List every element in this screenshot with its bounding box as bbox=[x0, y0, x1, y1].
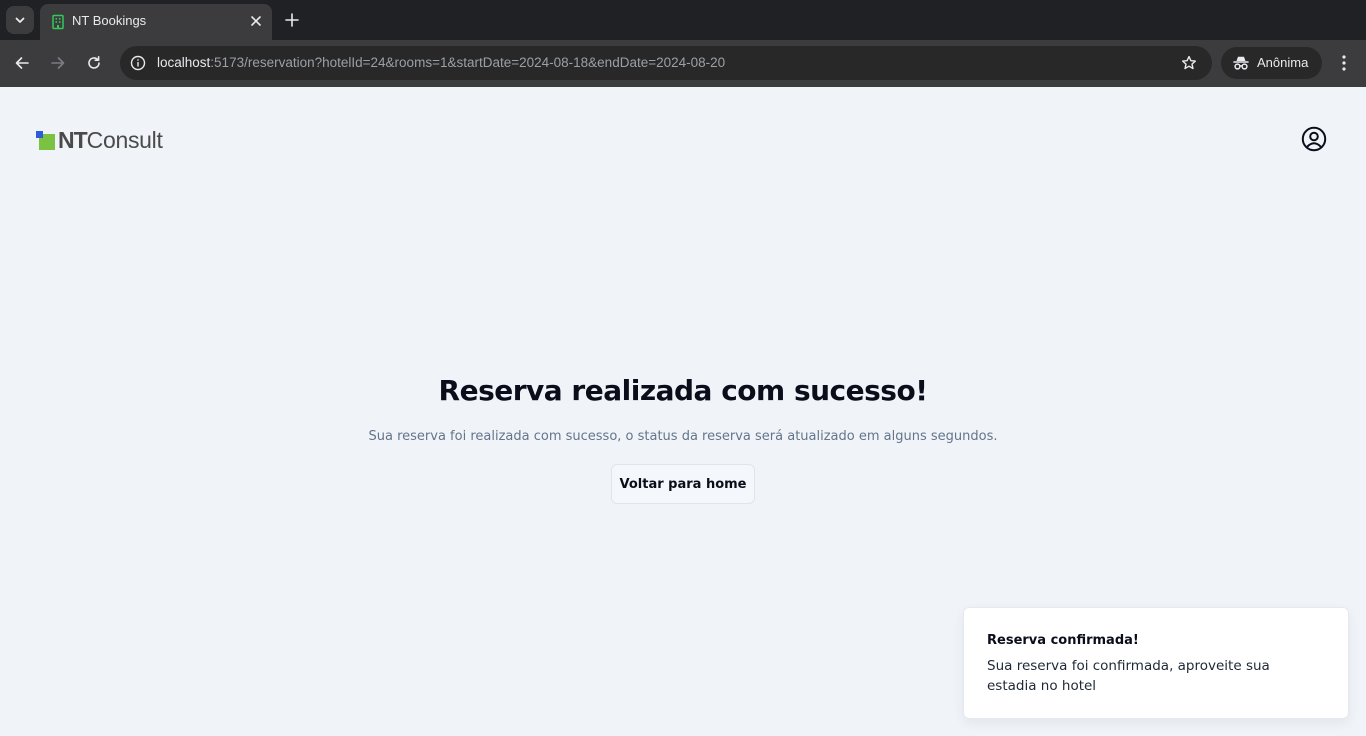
tab-search-button[interactable] bbox=[6, 6, 34, 34]
new-tab-button[interactable] bbox=[282, 10, 302, 30]
url-text[interactable]: localhost:5173/reservation?hotelId=24&ro… bbox=[157, 55, 725, 70]
chevron-down-icon bbox=[15, 17, 25, 23]
browser-tab[interactable]: NT Bookings bbox=[40, 4, 272, 40]
url-host: localhost bbox=[157, 55, 211, 70]
ntconsult-logo[interactable]: NT Consult bbox=[36, 127, 163, 153]
close-tab-button[interactable] bbox=[248, 13, 264, 29]
plus-icon bbox=[285, 13, 299, 27]
close-icon bbox=[251, 16, 261, 26]
back-button[interactable] bbox=[11, 52, 33, 74]
logo-mark bbox=[36, 130, 55, 150]
browser-toolbar: localhost:5173/reservation?hotelId=24&ro… bbox=[0, 40, 1366, 87]
back-arrow-icon bbox=[15, 57, 29, 69]
forward-button[interactable] bbox=[47, 52, 69, 74]
address-bar[interactable]: localhost:5173/reservation?hotelId=24&ro… bbox=[120, 46, 1212, 80]
bookmark-button[interactable] bbox=[1180, 54, 1198, 72]
forward-arrow-icon bbox=[51, 57, 65, 69]
site-info-button[interactable] bbox=[126, 51, 150, 75]
building-icon bbox=[52, 14, 64, 30]
back-to-home-button[interactable]: Voltar para home bbox=[611, 464, 755, 504]
tab-title: NT Bookings bbox=[72, 13, 147, 28]
incognito-profile-button[interactable]: Anônima bbox=[1221, 47, 1322, 79]
url-path: :5173/reservation?hotelId=24&rooms=1&sta… bbox=[210, 55, 726, 70]
user-circle-icon bbox=[1301, 126, 1327, 152]
info-icon bbox=[130, 55, 146, 71]
page-title: Reserva realizada com sucesso! bbox=[438, 374, 928, 407]
toast-notification: Reserva confirmada! Sua reserva foi conf… bbox=[963, 607, 1349, 719]
page-description: Sua reserva foi realizada com sucesso, o… bbox=[368, 429, 998, 444]
logo-text-bold: NT bbox=[58, 126, 88, 153]
toast-title: Reserva confirmada! bbox=[987, 633, 1139, 648]
reload-button[interactable] bbox=[83, 52, 105, 74]
incognito-label: Anônima bbox=[1257, 55, 1309, 70]
reload-icon bbox=[88, 56, 100, 69]
browser-menu-button[interactable] bbox=[1334, 52, 1354, 74]
logo-text-regular: Consult bbox=[86, 126, 163, 153]
user-account-button[interactable] bbox=[1300, 125, 1328, 153]
browser-tab-bar: NT Bookings bbox=[0, 0, 1366, 40]
kebab-menu-icon bbox=[1342, 55, 1346, 71]
incognito-icon bbox=[1233, 56, 1249, 70]
toast-message: Sua reserva foi confirmada, aproveite su… bbox=[987, 658, 1270, 694]
star-icon bbox=[1182, 55, 1196, 70]
